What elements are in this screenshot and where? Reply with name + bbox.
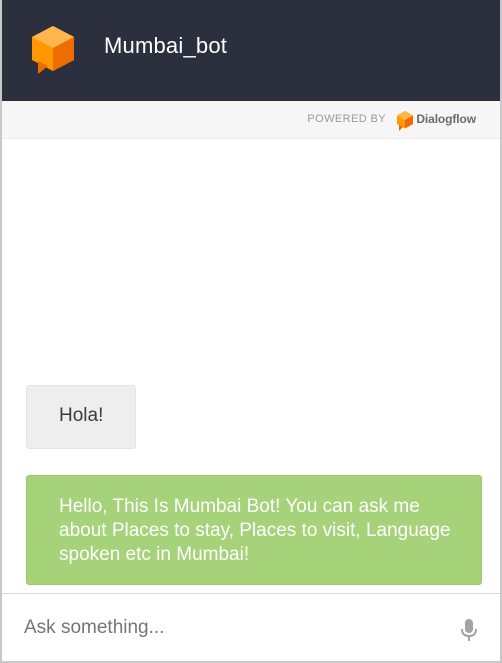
powered-by-bar: POWERED BY Dialogflow bbox=[2, 101, 500, 139]
chat-header: Mumbai_bot bbox=[2, 0, 500, 101]
user-message: Hola! bbox=[26, 385, 136, 449]
dialogflow-brand: Dialogflow bbox=[416, 112, 476, 126]
dialogflow-logo-icon bbox=[397, 111, 413, 131]
powered-by-label: POWERED BY bbox=[307, 113, 386, 125]
chat-history[interactable]: Hola! Hello, This Is Mumbai Bot! You can… bbox=[2, 139, 500, 593]
bot-name-title: Mumbai_bot bbox=[104, 33, 228, 58]
bot-message: Hello, This Is Mumbai Bot! You can ask m… bbox=[26, 475, 482, 585]
ask-input[interactable] bbox=[24, 594, 434, 662]
dialogflow-cube-icon bbox=[32, 26, 74, 74]
microphone-icon[interactable] bbox=[460, 618, 478, 642]
message-input-bar bbox=[2, 593, 500, 662]
chat-widget: Mumbai_bot POWERED BY Dialogflow Hola! H… bbox=[0, 0, 502, 663]
